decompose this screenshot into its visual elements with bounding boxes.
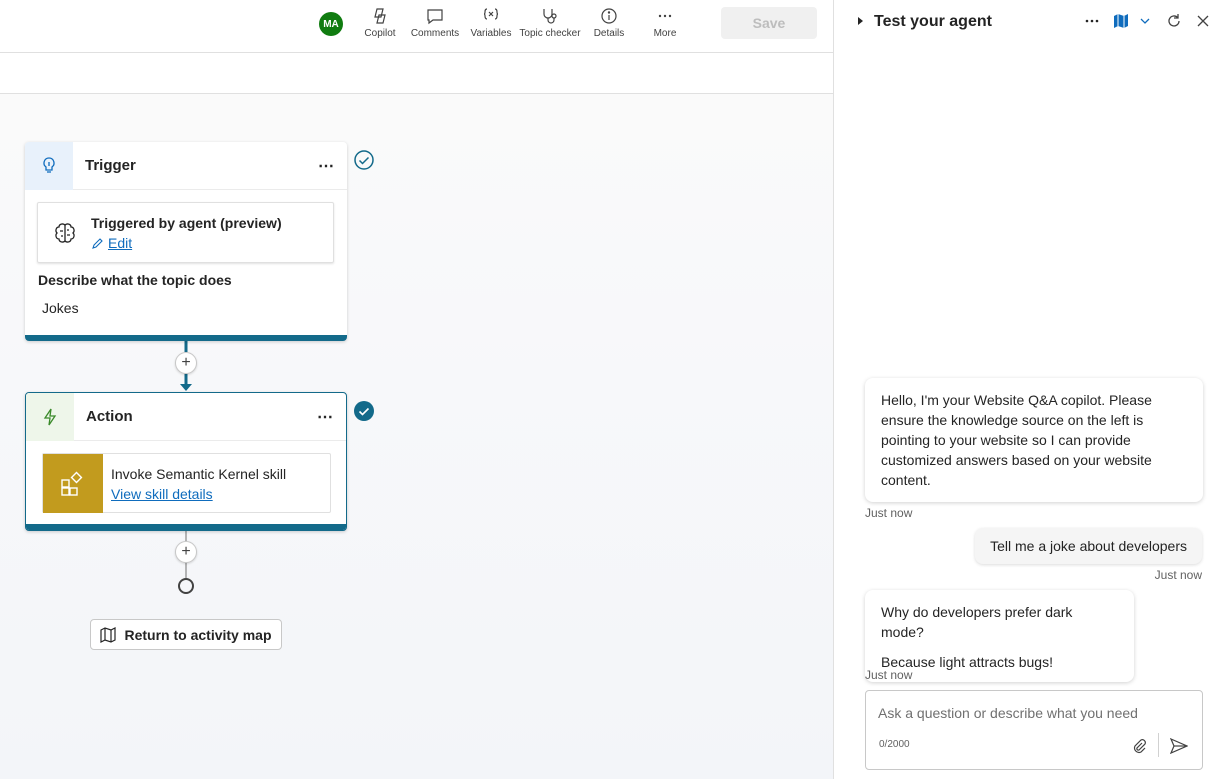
send-button[interactable] [1168, 735, 1190, 757]
bot-message-line: Because light attracts bugs! [881, 654, 1053, 670]
attach-button[interactable] [1128, 735, 1150, 757]
chevron-down-icon[interactable] [1140, 17, 1150, 25]
caret-right-icon[interactable] [856, 16, 864, 26]
message-timestamp: Just now [865, 506, 913, 520]
pencil-icon [92, 237, 103, 249]
topic-subbar [0, 53, 833, 94]
action-node[interactable]: Action ⋯ Invoke Semantic Kernel skill Vi… [25, 392, 347, 531]
return-to-activity-map-button[interactable]: Return to activity map [90, 619, 282, 650]
topic-checker-button[interactable]: Topic checker [518, 6, 582, 42]
chat-input[interactable] [878, 705, 1178, 721]
send-icon [1170, 738, 1188, 754]
trigger-node[interactable]: Trigger ⋯ Triggered by agent (preview) E… [25, 142, 347, 341]
comment-icon [427, 9, 443, 25]
info-icon [601, 8, 617, 24]
apps-icon [61, 471, 83, 496]
authoring-canvas: Trigger ⋯ Triggered by agent (preview) E… [0, 94, 833, 779]
avatar[interactable]: MA [319, 12, 343, 36]
editor-toolbar: MA Copilot Comments Variables Topic chec… [0, 0, 833, 53]
bot-message-text: Hello, I'm your Website Q&A copilot. Ple… [881, 392, 1152, 488]
more-options-icon[interactable] [1084, 13, 1100, 29]
trigger-card: Triggered by agent (preview) Edit [37, 202, 334, 263]
details-label: Details [593, 28, 625, 39]
trigger-node-footer [25, 335, 347, 341]
checkmark-filled-icon [354, 401, 374, 421]
char-counter: 0/2000 [879, 739, 910, 750]
topic-checker-label: Topic checker [519, 28, 581, 39]
copilot-icon [374, 8, 386, 24]
chat-compose-box: 0/2000 [865, 690, 1203, 770]
bot-message-line: Why do developers prefer dark mode? [881, 604, 1073, 640]
panel-title: Test your agent [874, 13, 992, 30]
test-agent-panel: Test your agent Hello, I'm your Website … [833, 0, 1217, 779]
checkmark-icon [354, 150, 374, 170]
variables-icon [483, 8, 499, 20]
map-toggle-icon[interactable] [1113, 13, 1129, 29]
save-button[interactable]: Save [721, 7, 817, 39]
more-button[interactable]: More [647, 6, 683, 42]
close-icon[interactable] [1196, 14, 1210, 28]
more-icon [658, 14, 672, 18]
lightning-icon [43, 408, 57, 425]
lightbulb-icon [43, 156, 55, 173]
message-timestamp: Just now [1154, 568, 1202, 582]
action-icon-box [26, 393, 74, 441]
user-message: Tell me a joke about developers [975, 528, 1202, 564]
variables-label: Variables [470, 28, 512, 39]
message-timestamp: Just now [865, 668, 913, 682]
end-node-circle [178, 578, 194, 594]
describe-label: Describe what the topic does [38, 272, 232, 288]
refresh-icon[interactable] [1166, 13, 1182, 29]
user-message-text: Tell me a joke about developers [990, 538, 1187, 554]
map-icon [100, 626, 117, 643]
action-node-header: Action ⋯ [26, 393, 346, 441]
trigger-edit-label: Edit [108, 235, 133, 251]
view-skill-details-link[interactable]: View skill details [111, 486, 213, 502]
trigger-title: Trigger [85, 157, 136, 174]
comments-label: Comments [410, 28, 460, 39]
details-button[interactable]: Details [591, 6, 627, 42]
trigger-more-button[interactable]: ⋯ [318, 156, 335, 176]
variables-button[interactable]: Variables [470, 6, 512, 42]
trigger-node-header: Trigger ⋯ [25, 142, 347, 190]
trigger-edit-link[interactable]: Edit [91, 235, 132, 251]
return-label: Return to activity map [124, 626, 272, 643]
describe-value[interactable]: Jokes [42, 300, 79, 316]
action-node-footer [26, 524, 346, 530]
skill-tile [43, 454, 103, 513]
comments-button[interactable]: Comments [409, 6, 461, 42]
compose-divider [1158, 733, 1159, 757]
action-card-title: Invoke Semantic Kernel skill [111, 466, 287, 482]
paperclip-icon [1133, 739, 1146, 754]
stethoscope-icon [543, 9, 557, 24]
bot-message: Hello, I'm your Website Q&A copilot. Ple… [865, 378, 1203, 502]
action-card: Invoke Semantic Kernel skill View skill … [42, 453, 331, 513]
brain-icon [55, 223, 75, 243]
action-more-button[interactable]: ⋯ [317, 407, 334, 427]
copilot-button[interactable]: Copilot [362, 6, 398, 42]
action-title: Action [86, 408, 133, 425]
add-node-button[interactable]: + [175, 352, 197, 374]
trigger-card-title: Triggered by agent (preview) [91, 215, 282, 231]
more-label: More [653, 28, 677, 39]
trigger-icon-box [25, 142, 73, 190]
copilot-label: Copilot [364, 28, 396, 39]
add-node-button-bottom[interactable]: + [175, 541, 197, 563]
